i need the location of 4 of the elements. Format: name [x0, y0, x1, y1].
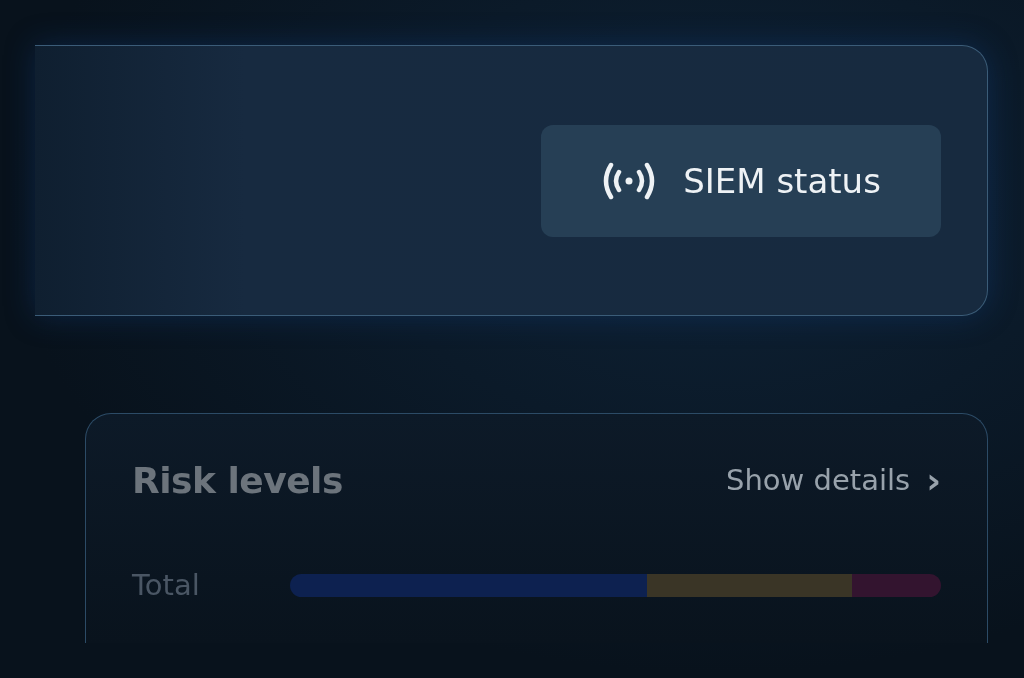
siem-status-button[interactable]: SIEM status: [541, 125, 941, 237]
card-title: Risk levels: [132, 459, 343, 503]
show-details-link[interactable]: Show details ›: [726, 454, 941, 508]
row-label: Total: [132, 567, 201, 604]
